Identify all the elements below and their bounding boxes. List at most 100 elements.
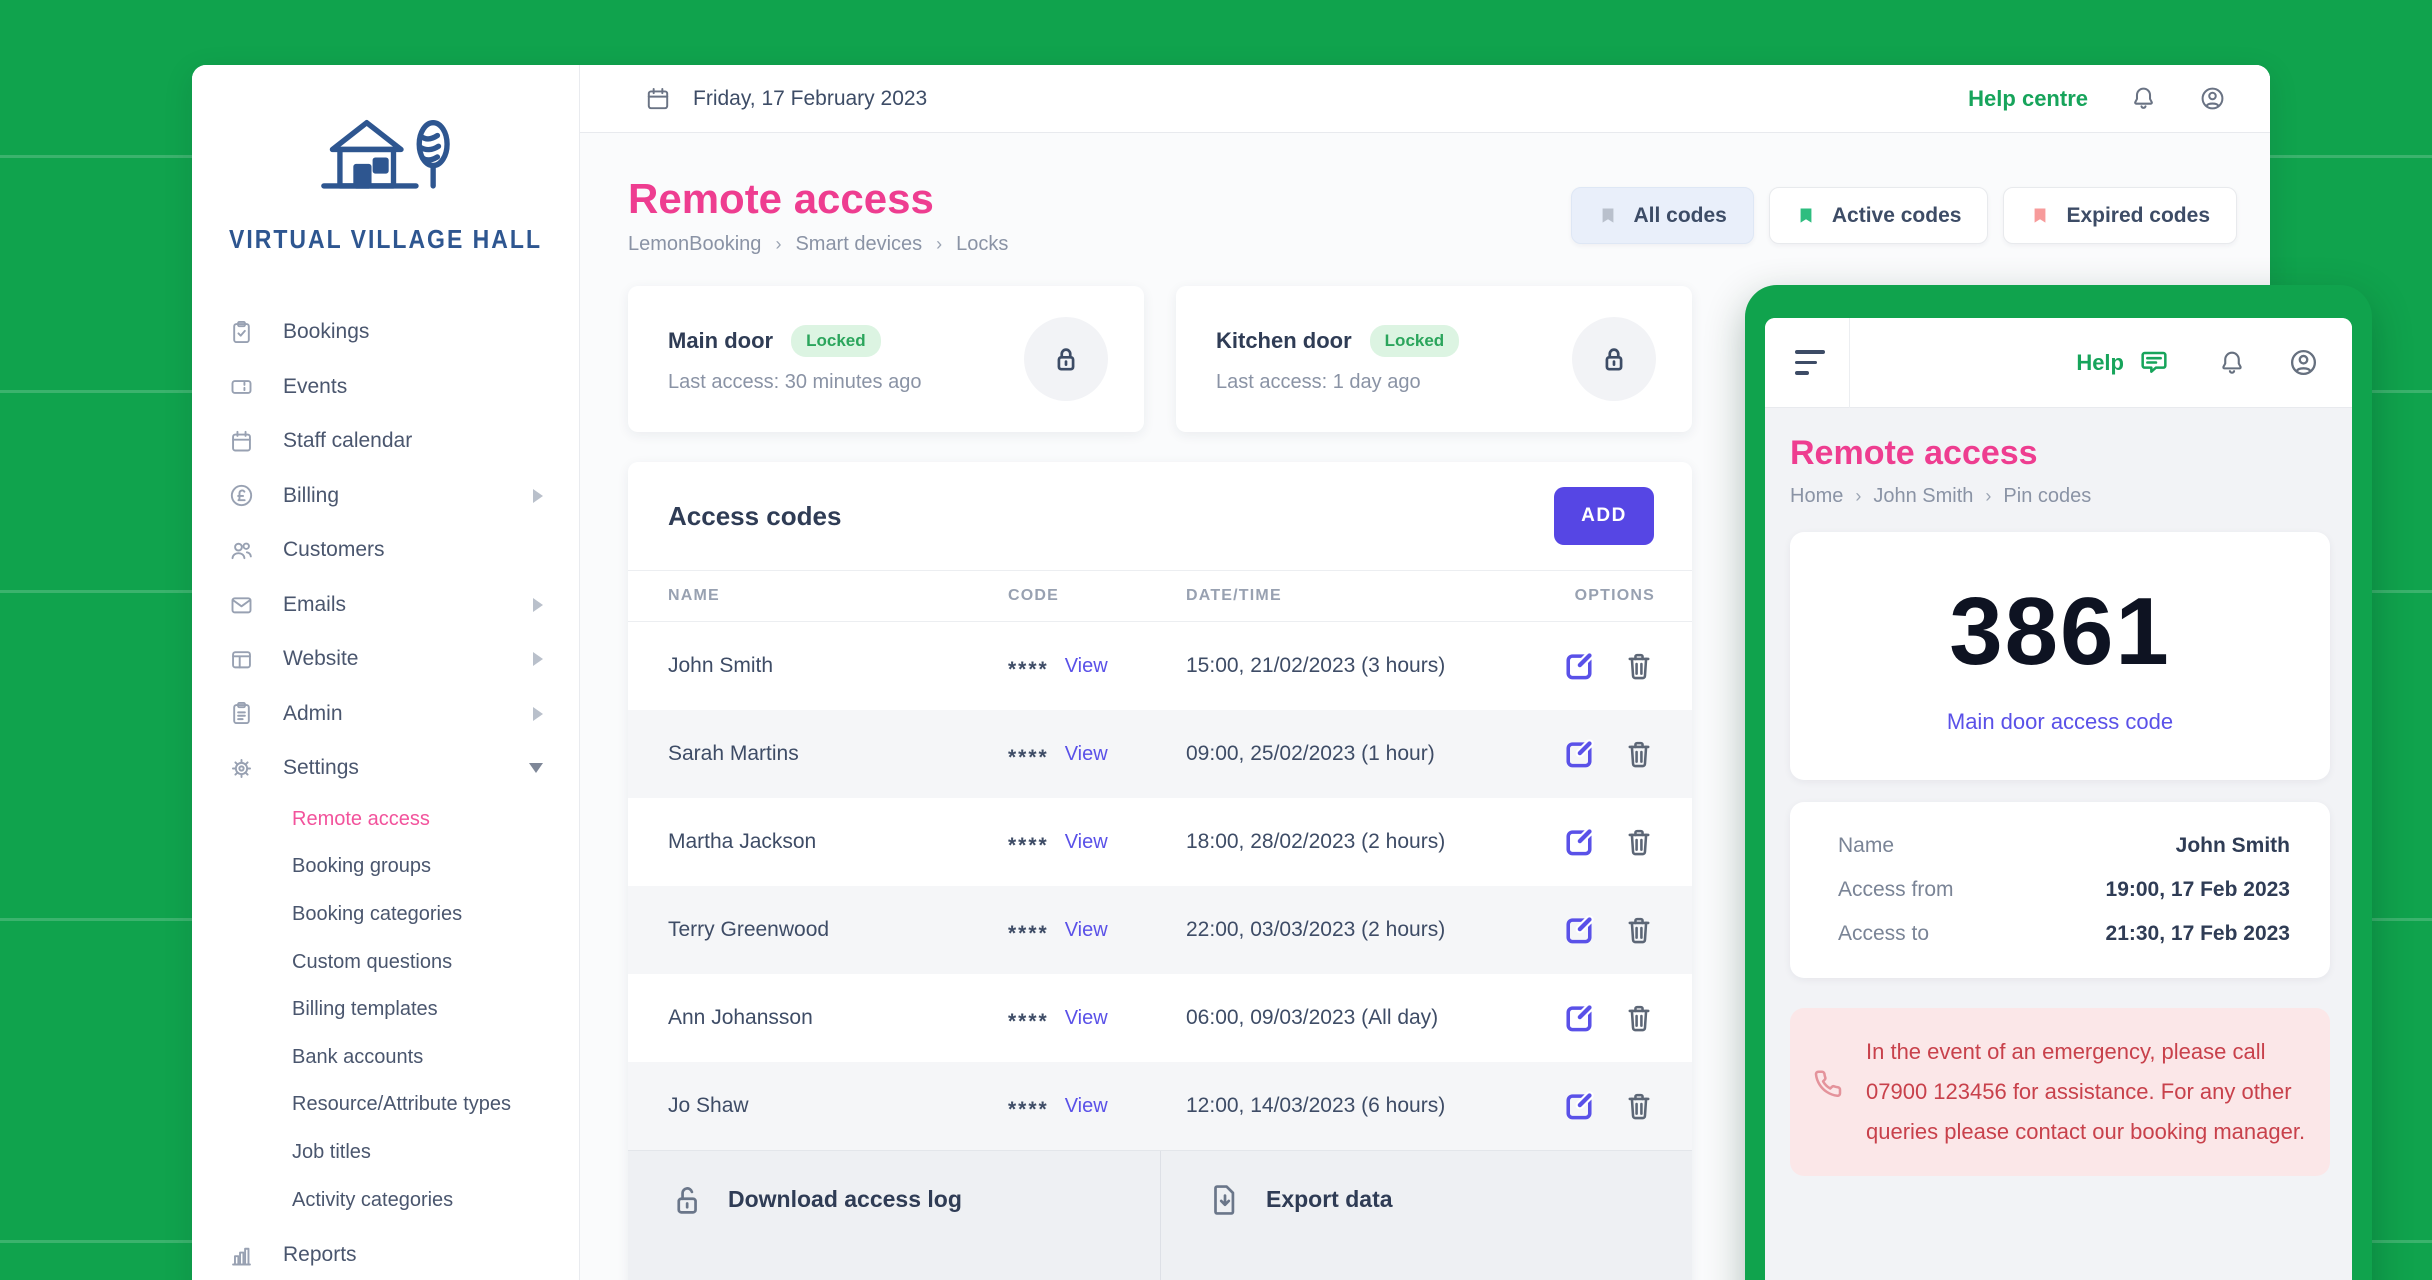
help-centre-link[interactable]: Help centre — [1968, 86, 2088, 112]
chat-bubble-icon[interactable] — [2138, 347, 2170, 379]
download-access-log-button[interactable]: Download access log — [628, 1151, 1160, 1280]
detail-value: 21:30, 17 Feb 2023 — [2106, 922, 2290, 946]
trash-icon[interactable] — [1622, 913, 1656, 947]
view-code-link[interactable]: View — [1065, 831, 1108, 854]
masked-code: **** — [1008, 1010, 1049, 1034]
sidebar-item-billing[interactable]: Billing — [192, 469, 579, 524]
file-download-icon — [1206, 1181, 1244, 1219]
trash-icon[interactable] — [1622, 1001, 1656, 1035]
last-access-text: Last access: 1 day ago — [1216, 371, 1459, 394]
row-datetime: 06:00, 09/03/2023 (All day) — [1186, 1006, 1562, 1030]
lock-button[interactable] — [1024, 317, 1108, 401]
column-header-datetime: DATE/TIME — [1186, 587, 1562, 605]
table-body: John Smith ****View 15:00, 21/02/2023 (3… — [628, 622, 1692, 1150]
filter-all-codes-button[interactable]: All codes — [1571, 187, 1754, 244]
bookmark-icon — [1598, 204, 1618, 228]
edit-icon[interactable] — [1562, 913, 1596, 947]
table-row: Martha Jackson ****View 18:00, 28/02/202… — [628, 798, 1692, 886]
trash-icon[interactable] — [1622, 1089, 1656, 1123]
sidebar-item-staff-calendar[interactable]: Staff calendar — [192, 414, 579, 469]
edit-icon[interactable] — [1562, 1001, 1596, 1035]
calendar-icon — [645, 86, 671, 112]
bell-icon[interactable] — [2130, 85, 2157, 112]
lock-button[interactable] — [1572, 317, 1656, 401]
edit-icon[interactable] — [1562, 825, 1596, 859]
mobile-body: Remote access Home › John Smith › Pin co… — [1765, 408, 2352, 1176]
sidebar-subitem-booking-groups[interactable]: Booking groups — [192, 843, 579, 891]
detail-value: 19:00, 17 Feb 2023 — [2106, 878, 2290, 902]
sidebar-subitem-booking-categories[interactable]: Booking categories — [192, 891, 579, 939]
table-row: Terry Greenwood ****View 22:00, 03/03/20… — [628, 886, 1692, 974]
view-code-link[interactable]: View — [1065, 743, 1108, 766]
breadcrumb-item[interactable]: Smart devices — [795, 233, 922, 256]
row-datetime: 09:00, 25/02/2023 (1 hour) — [1186, 742, 1562, 766]
row-name: Ann Johansson — [668, 1006, 1008, 1030]
breadcrumb-item[interactable]: Pin codes — [2003, 485, 2091, 508]
pin-code-caption-link[interactable]: Main door access code — [1947, 709, 2173, 735]
view-code-link[interactable]: View — [1065, 655, 1108, 678]
bookmark-icon — [1796, 204, 1816, 228]
bell-icon[interactable] — [2218, 349, 2246, 377]
trash-icon[interactable] — [1622, 649, 1656, 683]
chevron-right-icon — [533, 652, 543, 666]
door-info: Kitchen door Locked Last access: 1 day a… — [1216, 325, 1459, 394]
mobile-header: Help — [1765, 318, 2352, 408]
help-link[interactable]: Help — [2076, 350, 2124, 376]
sidebar-item-events[interactable]: Events — [192, 360, 579, 415]
edit-icon[interactable] — [1562, 1089, 1596, 1123]
add-button[interactable]: ADD — [1554, 487, 1654, 545]
bar-chart-icon — [228, 1242, 255, 1269]
sidebar-item-label: Website — [283, 647, 358, 671]
edit-icon[interactable] — [1562, 649, 1596, 683]
topbar: Friday, 17 February 2023 Help centre — [580, 65, 2270, 133]
phone-icon-wrap — [1790, 1032, 1866, 1152]
status-badge: Locked — [791, 325, 881, 357]
view-code-link[interactable]: View — [1065, 1095, 1108, 1118]
sidebar-subitem-billing-templates[interactable]: Billing templates — [192, 986, 579, 1034]
sidebar-item-label: Events — [283, 375, 347, 399]
edit-icon[interactable] — [1562, 737, 1596, 771]
export-data-button[interactable]: Export data — [1160, 1151, 1692, 1280]
column-header-options: OPTIONS — [1562, 587, 1655, 605]
breadcrumb-item[interactable]: John Smith — [1873, 485, 1973, 508]
sidebar-item-website[interactable]: Website — [192, 632, 579, 687]
sidebar-item-admin[interactable]: Admin — [192, 687, 579, 742]
trash-icon[interactable] — [1622, 825, 1656, 859]
sidebar-subitem-custom-questions[interactable]: Custom questions — [192, 938, 579, 986]
view-code-link[interactable]: View — [1065, 1007, 1108, 1030]
sidebar-subitem-resource-attribute-types[interactable]: Resource/Attribute types — [192, 1081, 579, 1129]
access-details-card: Name John Smith Access from 19:00, 17 Fe… — [1790, 802, 2330, 978]
door-info: Main door Locked Last access: 30 minutes… — [668, 325, 921, 394]
sidebar-subitem-activity-categories[interactable]: Activity categories — [192, 1176, 579, 1224]
table-row: Jo Shaw ****View 12:00, 14/03/2023 (6 ho… — [628, 1062, 1692, 1150]
sidebar-item-label: Settings — [283, 756, 359, 780]
filter-expired-codes-button[interactable]: Expired codes — [2003, 187, 2237, 244]
sidebar-subitem-remote-access[interactable]: Remote access — [192, 796, 579, 844]
trash-icon[interactable] — [1622, 737, 1656, 771]
browser-icon — [228, 646, 255, 673]
sidebar-item-reports[interactable]: Reports — [192, 1228, 579, 1280]
sidebar-item-bookings[interactable]: Bookings — [192, 305, 579, 360]
row-datetime: 22:00, 03/03/2023 (2 hours) — [1186, 918, 1562, 942]
user-circle-icon[interactable] — [2288, 347, 2319, 378]
table-row: Sarah Martins ****View 09:00, 25/02/2023… — [628, 710, 1692, 798]
chevron-down-icon — [529, 763, 543, 773]
view-code-link[interactable]: View — [1065, 919, 1108, 942]
sidebar-subitem-job-titles[interactable]: Job titles — [192, 1129, 579, 1177]
table-row: Ann Johansson **** View 06:00, 09/03/2023… — [628, 974, 1692, 1062]
sidebar-item-settings[interactable]: Settings — [192, 741, 579, 796]
hamburger-icon[interactable] — [1795, 350, 1825, 375]
breadcrumb-item[interactable]: LemonBooking — [628, 233, 761, 256]
sidebar-item-emails[interactable]: Emails — [192, 578, 579, 633]
user-circle-icon[interactable] — [2199, 85, 2226, 112]
title-row: Remote access LemonBooking › Smart devic… — [628, 175, 2237, 256]
filter-active-codes-button[interactable]: Active codes — [1769, 187, 1989, 244]
breadcrumb-item[interactable]: Home — [1790, 485, 1843, 508]
sidebar-subitem-bank-accounts[interactable]: Bank accounts — [192, 1033, 579, 1081]
filter-label: All codes — [1634, 204, 1727, 228]
sidebar-item-customers[interactable]: Customers — [192, 523, 579, 578]
breadcrumb-item[interactable]: Locks — [956, 233, 1008, 256]
table-footer: Download access log Export data — [628, 1150, 1692, 1280]
breadcrumb-separator: › — [775, 234, 781, 255]
topbar-actions: Help centre — [1968, 85, 2226, 112]
